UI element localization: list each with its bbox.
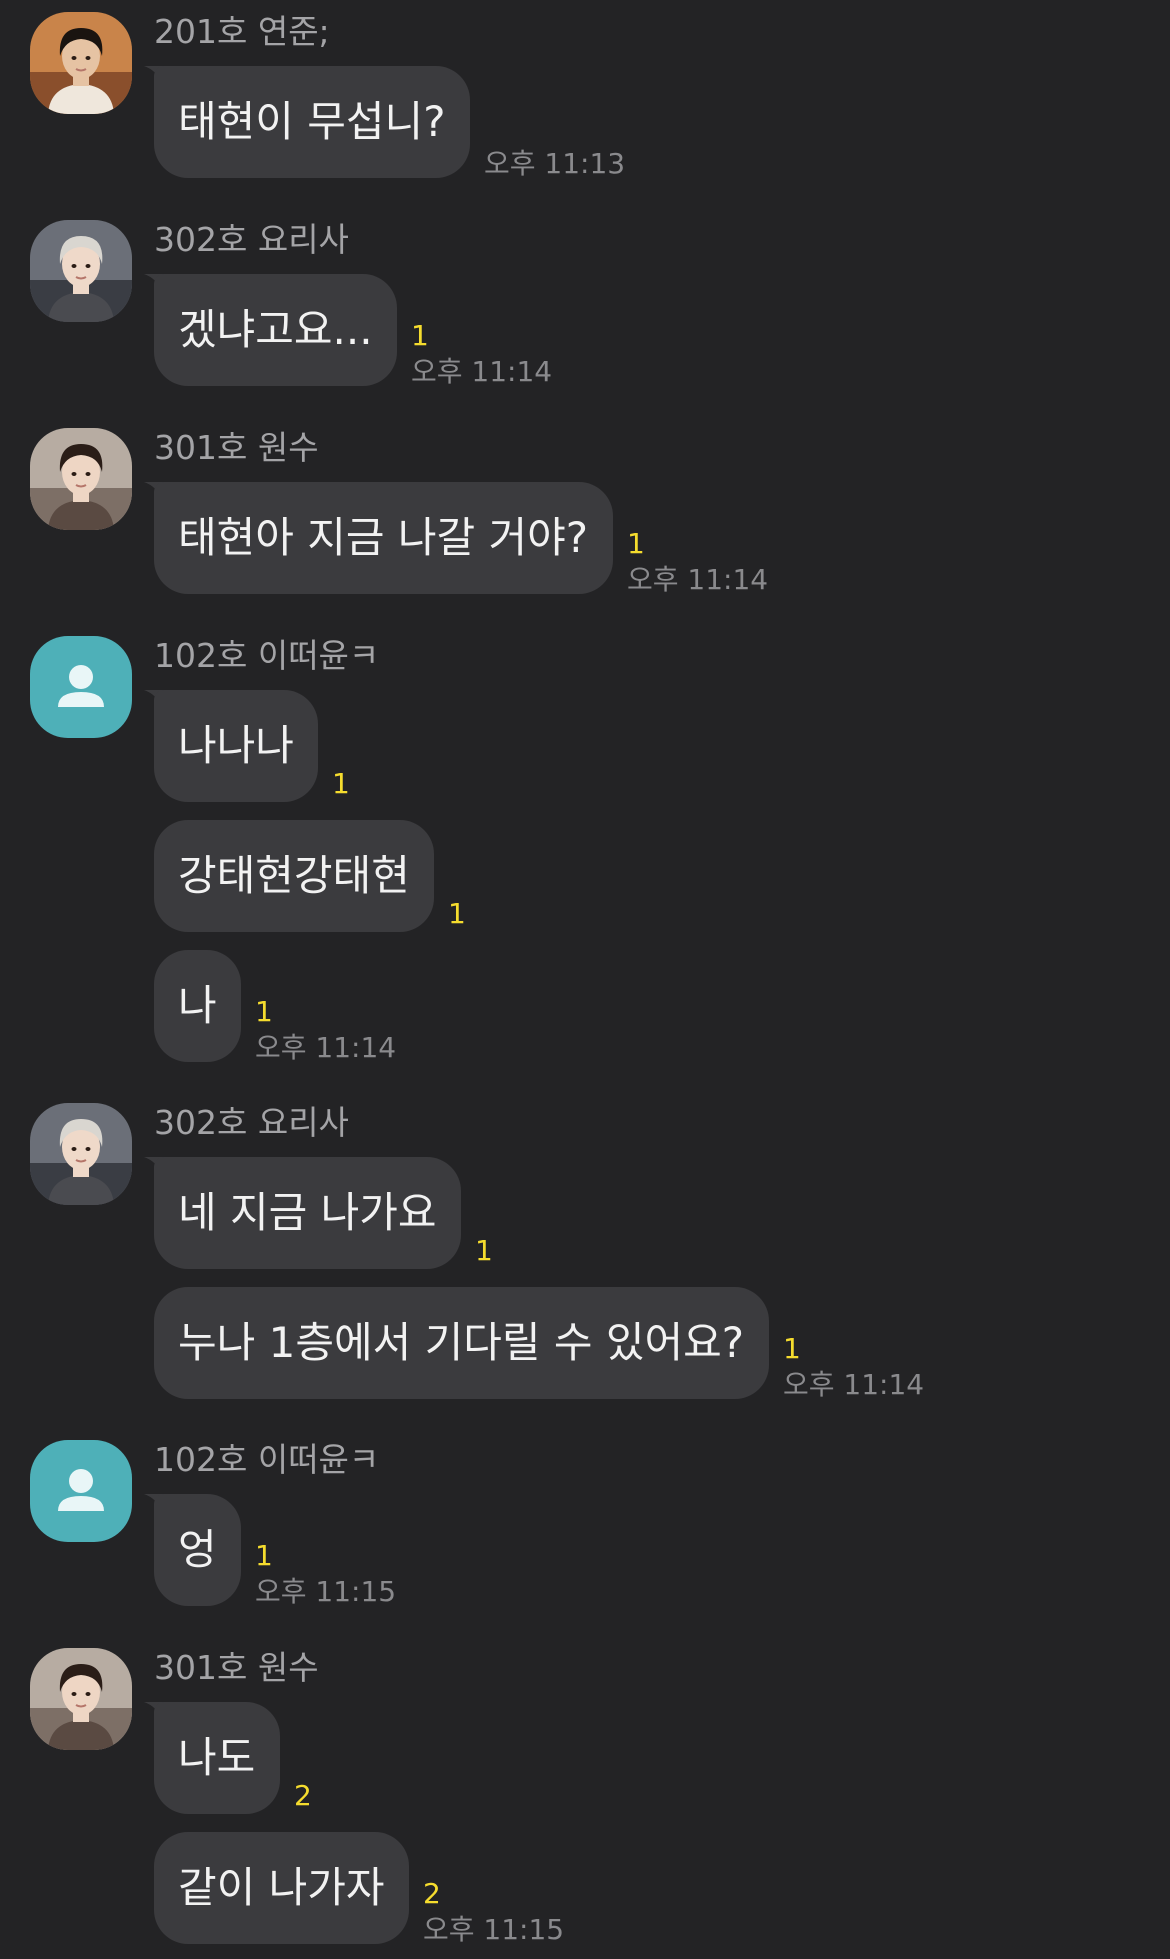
message-bubble[interactable]: 겠냐고요... xyxy=(154,274,397,386)
message-timestamp: 오후 11:14 xyxy=(255,1031,397,1064)
message-bubble[interactable]: 나나나 xyxy=(154,690,318,802)
default-profile-icon[interactable] xyxy=(30,1440,132,1542)
default-profile-icon[interactable] xyxy=(30,636,132,738)
unread-count: 1 xyxy=(627,527,645,560)
message-timestamp: 오후 11:14 xyxy=(627,563,769,596)
sender-name: 201호 연준; xyxy=(154,12,330,51)
unread-count: 2 xyxy=(294,1779,312,1812)
sender-name: 301호 원수 xyxy=(154,1648,319,1687)
chat-message-list[interactable]: 201호 연준; 태현이 무섭니? 오후 11:13 302호 요리사 겠냐고요... 1… xyxy=(0,0,1170,1959)
profile-photo-avatar[interactable] xyxy=(30,1648,132,1750)
sender-name: 302호 요리사 xyxy=(154,220,349,259)
message-bubble[interactable]: 태현이 무섭니? xyxy=(154,66,470,178)
message-timestamp: 오후 11:15 xyxy=(423,1913,565,1946)
message-bubble[interactable]: 엉 xyxy=(154,1494,241,1606)
sender-name: 302호 요리사 xyxy=(154,1103,349,1142)
sender-name: 102호 이떠윤ㅋ xyxy=(154,1440,380,1479)
message-timestamp: 오후 11:14 xyxy=(783,1368,925,1401)
sender-name: 102호 이떠윤ㅋ xyxy=(154,636,380,675)
message-bubble[interactable]: 나 xyxy=(154,950,241,1062)
message-bubble[interactable]: 나도 xyxy=(154,1702,280,1814)
profile-photo-avatar[interactable] xyxy=(30,220,132,322)
unread-count: 1 xyxy=(332,767,350,800)
unread-count: 1 xyxy=(255,995,273,1028)
unread-count: 1 xyxy=(475,1234,493,1267)
unread-count: 1 xyxy=(255,1539,273,1572)
sender-name: 301호 원수 xyxy=(154,428,319,467)
message-timestamp: 오후 11:13 xyxy=(484,147,626,180)
unread-count: 1 xyxy=(448,897,466,930)
unread-count: 2 xyxy=(423,1877,441,1910)
unread-count: 1 xyxy=(783,1332,801,1365)
message-bubble[interactable]: 누나 1층에서 기다릴 수 있어요? xyxy=(154,1287,769,1399)
unread-count: 1 xyxy=(411,319,429,352)
message-bubble[interactable]: 같이 나가자 xyxy=(154,1832,409,1944)
message-bubble[interactable]: 네 지금 나가요 xyxy=(154,1157,461,1269)
message-timestamp: 오후 11:14 xyxy=(411,355,553,388)
message-bubble[interactable]: 강태현강태현 xyxy=(154,820,434,932)
profile-photo-avatar[interactable] xyxy=(30,428,132,530)
message-timestamp: 오후 11:15 xyxy=(255,1575,397,1608)
profile-photo-avatar[interactable] xyxy=(30,12,132,114)
message-bubble[interactable]: 태현아 지금 나갈 거야? xyxy=(154,482,613,594)
profile-photo-avatar[interactable] xyxy=(30,1103,132,1205)
